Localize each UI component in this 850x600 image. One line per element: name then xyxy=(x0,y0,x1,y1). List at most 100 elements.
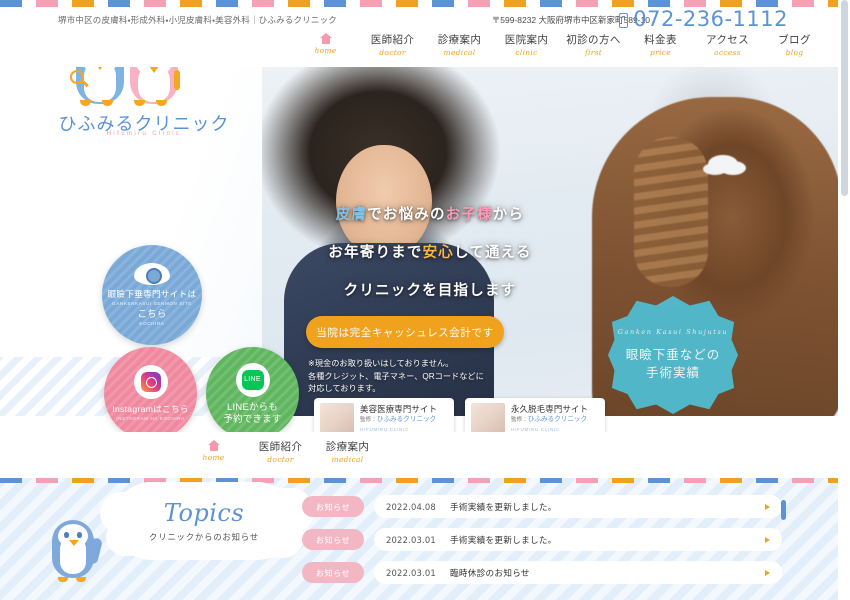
nav-item-medical-label: 診療案内 xyxy=(437,34,482,46)
instagram-badge-label-en: INSTAGRAM HA KOCHIRA xyxy=(116,415,185,421)
hero-line1-part-b: でお悩みの xyxy=(367,207,446,223)
sticky-nav-item-doctor-label: 医師紹介 xyxy=(258,441,303,453)
nav-item-blog[interactable]: ブログ blog xyxy=(761,33,828,60)
cashless-payment-note: ※現金のお取り扱いはしておりません。 各種クレジット、電子マネー、QRコードなど… xyxy=(308,358,538,396)
nav-item-blog-en: blog xyxy=(785,48,804,57)
surgery-results-en: Ganken Kasui Shujutsu xyxy=(617,328,729,336)
nav-item-price-en: price xyxy=(650,48,671,57)
cashless-note-line3: 対応しております。 xyxy=(308,384,381,393)
nav-item-home[interactable]: home xyxy=(292,33,359,58)
news-date: 2022.03.01 xyxy=(386,567,436,578)
nav-item-price-label: 料金表 xyxy=(644,34,677,46)
ptosis-badge-label: 眼瞼下垂専門サイトは xyxy=(107,288,197,299)
pen-icon xyxy=(174,70,180,90)
penguin-mascot xyxy=(42,508,104,586)
nav-item-home-en: home xyxy=(314,46,337,55)
ptosis-site-badge[interactable]: 眼瞼下垂専門サイトは GANKENKASUI SENMON SITE こちら K… xyxy=(102,245,202,345)
nav-item-clinic-label: 医院案内 xyxy=(504,34,549,46)
sticky-nav-item-home-en: home xyxy=(202,453,225,462)
news-title: 手術実績を更新しました。 xyxy=(449,501,557,512)
sticky-nav-item-doctor[interactable]: 医師紹介 doctor xyxy=(247,440,314,467)
hero-line2-part-b: 安心 xyxy=(422,245,454,261)
sticky-nav-item-medical-label: 診療案内 xyxy=(325,441,370,453)
nav-item-price[interactable]: 料金表 price xyxy=(627,33,694,60)
instagram-badge-label: Instagramはこちら xyxy=(112,403,189,414)
hero-headline: 皮膚でお悩みのお子様から お年寄りまで安心して通える クリニックを目指します xyxy=(300,196,560,310)
instagram-icon xyxy=(133,364,168,399)
hero-headline-line1: 皮膚でお悩みのお子様から xyxy=(300,196,560,234)
nav-item-doctor-label: 医師紹介 xyxy=(370,34,415,46)
logo-romaji: Hifumiru Clinic xyxy=(106,131,182,137)
nav-item-clinic[interactable]: 医院案内 clinic xyxy=(493,33,560,60)
nav-item-medical[interactable]: 診療案内 medical xyxy=(426,33,493,60)
hair-removal-site-supervisor: 監修：ひふみるクリニック xyxy=(511,415,588,423)
ptosis-badge-label2: こちら xyxy=(137,307,167,319)
phone-number-text: 072-236-1112 xyxy=(633,7,788,31)
chevron-right-icon xyxy=(765,503,770,510)
sticky-nav-item-home[interactable]: home xyxy=(180,440,247,465)
nav-item-medical-en: medical xyxy=(443,48,476,57)
line-reservation-badge[interactable]: LINE LINEからも 予約できます xyxy=(206,347,299,440)
cashless-payment-button[interactable]: 当院は完全キャッシュレス会計です xyxy=(306,316,504,348)
phone-number[interactable]: 072-236-1112 xyxy=(619,7,788,31)
surgery-results-line2: 手術実績 xyxy=(645,366,700,380)
hero-line1-part-a: 皮膚 xyxy=(335,207,368,223)
hero-line2-part-a: お年寄りまで xyxy=(328,245,423,261)
home-icon xyxy=(319,33,332,44)
topics-decorative-stripe xyxy=(0,478,850,483)
top-decorative-stripe xyxy=(0,0,850,7)
news-item[interactable]: お知らせ 2022.03.01 臨時休診のお知らせ xyxy=(302,561,782,584)
hero-line2-part-c: して通える xyxy=(453,245,532,261)
sticky-navigation-bar: home 医師紹介 doctor 診療案内 medical xyxy=(0,432,850,478)
hero-line1-part-c: お子様 xyxy=(445,207,493,223)
surgery-results-line1: 眼瞼下垂などの xyxy=(625,348,721,362)
hair-removal-site-title: 永久脱毛専門サイト xyxy=(511,403,589,414)
page-scrollbar[interactable] xyxy=(838,0,850,600)
line-badge-label1: LINEからも xyxy=(226,400,279,412)
line-icon: LINE xyxy=(235,362,270,397)
scroll-indicator-dot xyxy=(781,500,786,520)
site-tagline: 堺市中区の皮膚科・形成外科・小児皮膚科・美容外科｜ひふみるクリニック xyxy=(58,15,337,25)
news-category-badge: お知らせ xyxy=(302,562,364,583)
nav-item-access-label: アクセス xyxy=(705,34,750,46)
nav-item-first-label: 初診の方へ xyxy=(566,34,621,46)
chevron-right-icon xyxy=(765,569,770,576)
news-date: 2022.04.08 xyxy=(386,501,436,512)
home-icon xyxy=(207,440,220,451)
news-category-badge: お知らせ xyxy=(302,496,364,517)
news-list: お知らせ 2022.04.08 手術実績を更新しました。 お知らせ 2022.0… xyxy=(302,495,782,594)
nav-item-access[interactable]: アクセス access xyxy=(694,33,761,60)
nav-item-clinic-en: clinic xyxy=(515,48,538,57)
beauty-site-title: 美容医療専門サイト xyxy=(360,403,438,414)
news-title: 臨時休診のお知らせ xyxy=(449,567,530,578)
line-glyph-text: LINE xyxy=(241,369,264,390)
beauty-site-supervisor: 監修：ひふみるクリニック xyxy=(360,415,437,423)
scrollbar-thumb[interactable] xyxy=(841,0,848,196)
cashless-note-line1: ※現金のお取り扱いはしておりません。 xyxy=(308,359,454,368)
hero-line1-part-d: から xyxy=(492,207,525,223)
nav-item-doctor[interactable]: 医師紹介 doctor xyxy=(359,33,426,60)
news-category-badge: お知らせ xyxy=(302,529,364,550)
ptosis-badge-label2-en: KOCHIRA xyxy=(139,320,165,326)
topics-heading-cloud: Topics クリニックからのお知らせ xyxy=(112,482,296,560)
nav-item-doctor-en: doctor xyxy=(379,48,406,57)
topics-title: Topics xyxy=(163,499,245,527)
ptosis-badge-label-en: GANKENKASUI SENMON SITE xyxy=(112,300,192,306)
news-title: 手術実績を更新しました。 xyxy=(449,534,557,545)
sticky-nav-item-doctor-en: doctor xyxy=(267,455,294,464)
news-item[interactable]: お知らせ 2022.04.08 手術実績を更新しました。 xyxy=(302,495,782,518)
news-item[interactable]: お知らせ 2022.03.01 手術実績を更新しました。 xyxy=(302,528,782,551)
sticky-nav-item-medical[interactable]: 診療案内 medical xyxy=(314,440,381,467)
nav-item-first-en: first xyxy=(584,48,603,57)
cashless-note-line2: 各種クレジット、電子マネー、QRコードなどに xyxy=(308,371,484,381)
eye-icon xyxy=(134,262,170,285)
hair-removal-site-thumbnail xyxy=(471,403,505,433)
nav-item-first[interactable]: 初診の方へ first xyxy=(560,33,627,60)
beauty-site-thumbnail xyxy=(320,403,354,433)
chevron-right-icon xyxy=(765,536,770,543)
hero-headline-line3: クリニックを目指します xyxy=(343,283,517,299)
topics-subtitle: クリニックからのお知らせ xyxy=(149,532,259,542)
news-date: 2022.03.01 xyxy=(386,534,436,545)
sticky-nav-item-medical-en: medical xyxy=(331,455,364,464)
instagram-badge[interactable]: Instagramはこちら INSTAGRAM HA KOCHIRA xyxy=(104,347,197,440)
